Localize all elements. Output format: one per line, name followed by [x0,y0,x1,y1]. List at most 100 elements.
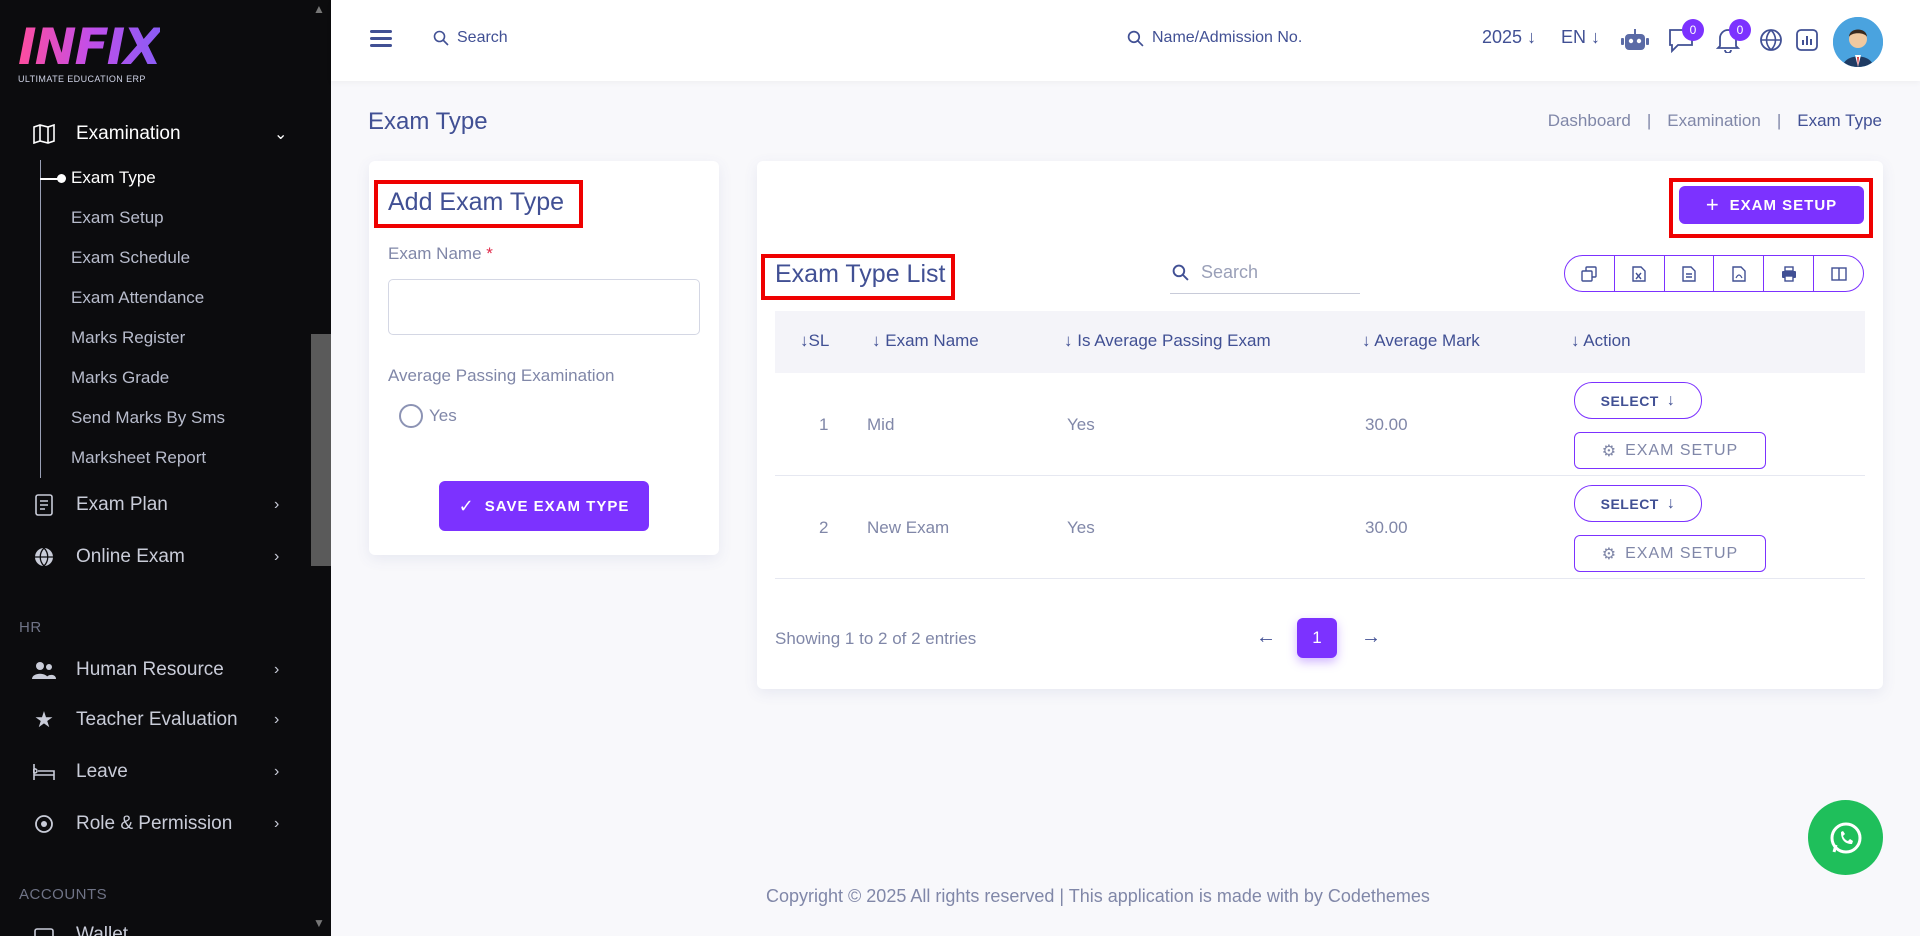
student-search-label: Name/Admission No. [1152,29,1303,46]
chat-icon[interactable]: 0 [1666,19,1704,55]
export-toolbar [1564,255,1864,292]
row-1-select-button[interactable]: SELECT ↓ [1574,382,1702,419]
row-2-average-mark: 30.00 [1365,518,1408,537]
pdf-icon[interactable] [1714,256,1765,291]
excel-icon[interactable] [1615,256,1665,291]
sidebar-item-wallet[interactable]: Wallet [0,915,300,936]
pagination-prev-icon[interactable]: ← [1256,626,1276,649]
exam-name-input[interactable] [388,279,700,335]
whatsapp-icon[interactable] [1808,800,1883,875]
table-search-placeholder: Search [1201,262,1259,282]
exam-setup-label: EXAM SETUP [1729,196,1838,214]
year-selector[interactable]: 2025 ↓ [1482,27,1536,48]
column-header-exam-name[interactable]: ↓ Exam Name [872,331,979,351]
chart-icon[interactable] [1792,25,1822,55]
required-mark: * [486,244,493,263]
sidebar-subitem-exam-schedule[interactable]: Exam Schedule [71,248,190,268]
header-search-label: Search [457,29,508,46]
row-2-exam-setup-button[interactable]: ⚙ EXAM SETUP [1574,535,1766,572]
sidebar-item-leave[interactable]: Leave › [0,752,300,792]
sidebar-subitem-exam-type[interactable]: Exam Type [71,168,156,188]
exam-setup-button[interactable]: + EXAM SETUP [1679,186,1864,224]
row-2-is-average: Yes [1067,518,1095,537]
save-exam-type-button[interactable]: ✓ SAVE EXAM TYPE [439,481,649,531]
check-icon: ✓ [458,495,475,516]
student-search[interactable]: Name/Admission No. [1127,29,1302,47]
avg-passing-label: Average Passing Examination [388,366,615,385]
print-icon[interactable] [1764,256,1815,291]
sidebar-subitem-marks-register[interactable]: Marks Register [71,328,185,348]
column-header-sl[interactable]: ↓SL [800,331,829,351]
pagination-next-icon[interactable]: → [1361,626,1381,649]
row-1-exam-setup-button[interactable]: ⚙ EXAM SETUP [1574,432,1766,469]
shield-cog-icon [32,812,56,836]
sidebar-subitem-marksheet-report[interactable]: Marksheet Report [71,448,206,468]
breadcrumb: Dashboard | Examination | Exam Type [1548,111,1882,131]
sort-arrow-icon: ↓ [1571,331,1580,350]
chevron-right-icon: › [274,815,280,832]
scrollbar-thumb[interactable] [311,334,331,566]
chevron-right-icon: › [274,763,280,780]
sidebar-item-label: Human Resource [76,659,224,680]
sidebar-item-online-exam[interactable]: Online Exam › [0,537,300,577]
column-header-average-mark[interactable]: ↓ Average Mark [1362,331,1480,351]
avatar[interactable] [1833,17,1883,67]
row-2-select-button[interactable]: SELECT ↓ [1574,485,1702,522]
globe-icon [32,545,56,569]
sidebar-item-exam-plan[interactable]: Exam Plan › [0,485,300,525]
sidebar-item-role-permission[interactable]: Role & Permission › [0,804,300,844]
sidebar-subitem-marks-grade[interactable]: Marks Grade [71,368,169,388]
breadcrumb-examination[interactable]: Examination [1667,111,1761,131]
column-label: Average Mark [1374,331,1480,350]
exam-name-label-text: Exam Name [388,244,482,263]
sidebar-item-teacher-evaluation[interactable]: ★ Teacher Evaluation › [0,700,300,740]
column-header-is-average[interactable]: ↓ Is Average Passing Exam [1064,331,1271,351]
hamburger-menu-icon[interactable] [370,30,392,48]
language-value: EN [1561,27,1587,47]
bell-icon[interactable]: 0 [1713,19,1751,55]
map-icon [32,122,56,146]
language-selector[interactable]: EN ↓ [1561,27,1600,48]
chevron-right-icon: › [274,496,280,513]
sidebar-item-label: Exam Plan [76,494,168,515]
sidebar-item-human-resource[interactable]: Human Resource › [0,650,300,690]
robot-icon[interactable] [1620,25,1650,55]
scroll-up-arrow-icon[interactable]: ▲ [313,2,325,16]
exam-setup-label: EXAM SETUP [1625,544,1739,562]
sort-arrow-icon: ↓ [1064,331,1073,350]
row-1-is-average: Yes [1067,415,1095,434]
exam-setup-label: EXAM SETUP [1625,441,1739,459]
columns-icon[interactable] [1814,256,1863,291]
sidebar-subitem-exam-attendance[interactable]: Exam Attendance [71,288,204,308]
search-icon [433,30,449,46]
table-search-input[interactable]: Search [1170,252,1360,294]
breadcrumb-dashboard[interactable]: Dashboard [1548,111,1631,131]
header-search[interactable]: Search [433,29,508,47]
arrow-down-icon: ↓ [1527,27,1537,47]
row-1-average-mark: 30.00 [1365,415,1408,434]
scroll-down-arrow-icon[interactable]: ▼ [313,916,325,930]
row-1-sl: 1 [819,415,829,434]
exam-type-list-title: Exam Type List [775,260,946,288]
row-1-exam-name: Mid [867,415,895,434]
copy-icon[interactable] [1565,256,1615,291]
globe-icon[interactable] [1756,25,1786,55]
logo[interactable]: INFIX ULTIMATE EDUCATION ERP [18,22,162,84]
sort-arrow-icon: ↓ [872,331,881,350]
pagination-page-1[interactable]: 1 [1297,618,1337,658]
csv-icon[interactable] [1665,256,1715,291]
arrow-down-icon: ↓ [1666,391,1676,409]
yes-radio-label[interactable]: Yes [429,406,457,426]
sidebar-subitem-send-marks-by-sms[interactable]: Send Marks By Sms [71,408,225,428]
column-header-action[interactable]: ↓ Action [1571,331,1631,351]
breadcrumb-separator: | [1776,111,1782,130]
yes-radio[interactable] [399,404,423,428]
sidebar-subitem-exam-setup[interactable]: Exam Setup [71,208,164,228]
sidebar-item-label: Leave [76,761,128,782]
submenu-line [40,160,41,478]
column-label: Exam Name [885,331,979,350]
sidebar-item-examination[interactable]: Examination ⌄ [0,114,300,154]
add-exam-type-title: Add Exam Type [388,188,565,216]
showing-entries: Showing 1 to 2 of 2 entries [775,629,977,648]
exam-name-label: Exam Name * [388,244,493,264]
